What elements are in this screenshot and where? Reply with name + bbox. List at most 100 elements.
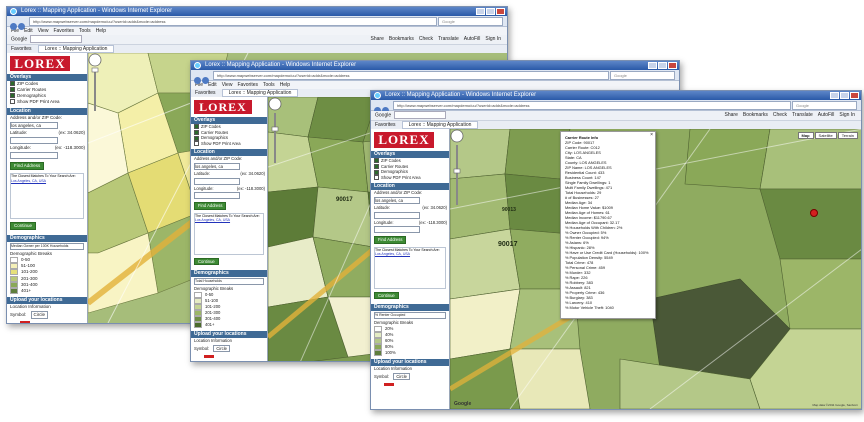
continue-button[interactable]: Continue [10,222,37,230]
route-polygon[interactable] [684,129,771,190]
longitude-input[interactable] [374,226,420,234]
close-button[interactable] [850,92,859,99]
close-button[interactable] [668,62,677,69]
zoom-in-button[interactable] [453,168,461,174]
pan-control[interactable] [268,97,282,111]
continue-button[interactable]: Continue [374,291,399,300]
favorites-button[interactable]: Favorites [195,90,216,96]
search-field[interactable]: Google [792,101,857,110]
url-field[interactable]: http://www.mapwebserver.com/mapdemo/uu/?… [393,101,791,110]
symbol-select[interactable]: Circle [393,372,411,381]
search-field[interactable]: Google [438,17,503,26]
find-address-button[interactable]: Find Address [374,236,407,244]
tool-autofill[interactable]: AutoFill [818,112,835,118]
zoom-slider[interactable] [274,113,276,163]
checkbox[interactable] [374,158,379,164]
tool-translate[interactable]: Translate [792,112,813,118]
symbol-select[interactable]: Circle [30,311,49,320]
longitude-input[interactable] [10,152,58,159]
checkbox[interactable] [194,135,199,141]
address-input[interactable]: los angeles, ca [194,162,240,170]
map-type-satellite[interactable]: Satellite [814,132,837,139]
demographic-select[interactable]: % Renter Occupied [374,312,446,320]
continue-button[interactable]: Continue [194,257,219,266]
demographic-select[interactable]: Median Owner per 100K Households [10,243,84,250]
result-link[interactable]: Los Angeles, CA, USA [375,252,410,256]
tool-signin[interactable]: Sign In [485,36,501,42]
address-input[interactable]: los angeles, ca [374,196,420,204]
checkbox[interactable] [194,124,199,130]
zoom-control[interactable] [268,97,282,167]
minimize-button[interactable] [476,8,485,15]
tool-bookmarks[interactable]: Bookmarks [389,36,414,42]
menu-view[interactable]: View [38,28,49,34]
maximize-button[interactable] [658,62,667,69]
map-view[interactable]: 90017 90013 Map Satellite Terrain × Carr… [450,129,861,409]
search-field[interactable]: Google [610,71,675,80]
tool-bookmarks[interactable]: Bookmarks [743,112,768,118]
tool-share[interactable]: Share [725,112,738,118]
menu-tools[interactable]: Tools [79,28,91,34]
route-polygon[interactable] [312,186,374,248]
tool-signin[interactable]: Sign In [839,112,855,118]
menu-tools[interactable]: Tools [263,82,275,88]
route-polygon[interactable] [450,348,521,409]
location-marker[interactable] [810,209,818,217]
zoom-in-button[interactable] [91,67,99,73]
overlay-pdf-print-area[interactable]: Show PDF Print Area [7,99,87,105]
map-type-terrain[interactable]: Terrain [837,132,858,139]
back-icon[interactable] [10,23,17,30]
menu-edit[interactable]: Edit [208,82,217,88]
tool-check[interactable]: Check [419,36,433,42]
minimize-button[interactable] [648,62,657,69]
url-field[interactable]: http://www.mapwebserver.com/mapdemo/uu/?… [213,71,609,80]
forward-icon[interactable] [202,77,209,84]
tool-check[interactable]: Check [773,112,787,118]
zoom-slider[interactable] [94,69,96,111]
zoom-control[interactable] [450,129,464,209]
tool-autofill[interactable]: AutoFill [464,36,481,42]
checkbox[interactable] [194,141,199,147]
favorites-button[interactable]: Favorites [11,46,32,52]
maximize-button[interactable] [486,8,495,15]
close-icon[interactable]: × [650,133,653,138]
menu-view[interactable]: View [222,82,233,88]
zoom-in-button[interactable] [271,126,279,132]
zoom-control[interactable] [88,53,102,113]
checkbox[interactable] [10,87,15,93]
latitude-input[interactable] [374,211,420,219]
close-button[interactable] [496,8,505,15]
pan-control[interactable] [88,53,102,67]
overlay-pdf-print-area[interactable]: Show PDF Print Area [371,175,449,181]
route-polygon[interactable] [450,288,521,360]
latitude-input[interactable] [10,137,58,144]
google-search-box[interactable] [394,111,447,119]
checkbox[interactable] [374,169,379,175]
zoom-slider[interactable] [456,145,458,205]
browser-tab[interactable]: Lorex :: Mapping Application [221,89,299,97]
url-field[interactable]: http://www.mapwebserver.com/mapdemo/uu/?… [29,17,437,26]
longitude-input[interactable] [194,192,240,200]
menu-favorites[interactable]: Favorites [237,82,258,88]
latitude-input[interactable] [194,177,240,185]
menu-help[interactable]: Help [280,82,290,88]
find-address-button[interactable]: Find Address [194,202,227,210]
route-polygon[interactable] [509,348,591,409]
google-search-box[interactable] [30,35,83,43]
result-link[interactable]: Los Angeles, CA, USA [11,179,46,183]
tool-translate[interactable]: Translate [438,36,459,42]
pan-control[interactable] [450,129,464,143]
browser-tab[interactable]: Lorex :: Mapping Application [401,121,479,129]
route-polygon[interactable] [450,228,521,300]
maximize-button[interactable] [840,92,849,99]
browser-tab[interactable]: Lorex :: Mapping Application [37,45,115,53]
favorites-button[interactable]: Favorites [375,122,396,128]
menu-help[interactable]: Help [96,28,106,34]
route-polygon[interactable] [779,258,861,330]
demographic-select[interactable]: Total Households [194,278,264,286]
result-link[interactable]: Los Angeles, CA, USA [195,218,230,222]
minimize-button[interactable] [830,92,839,99]
tool-share[interactable]: Share [371,36,384,42]
checkbox[interactable] [10,93,15,99]
checkbox[interactable] [374,175,379,181]
